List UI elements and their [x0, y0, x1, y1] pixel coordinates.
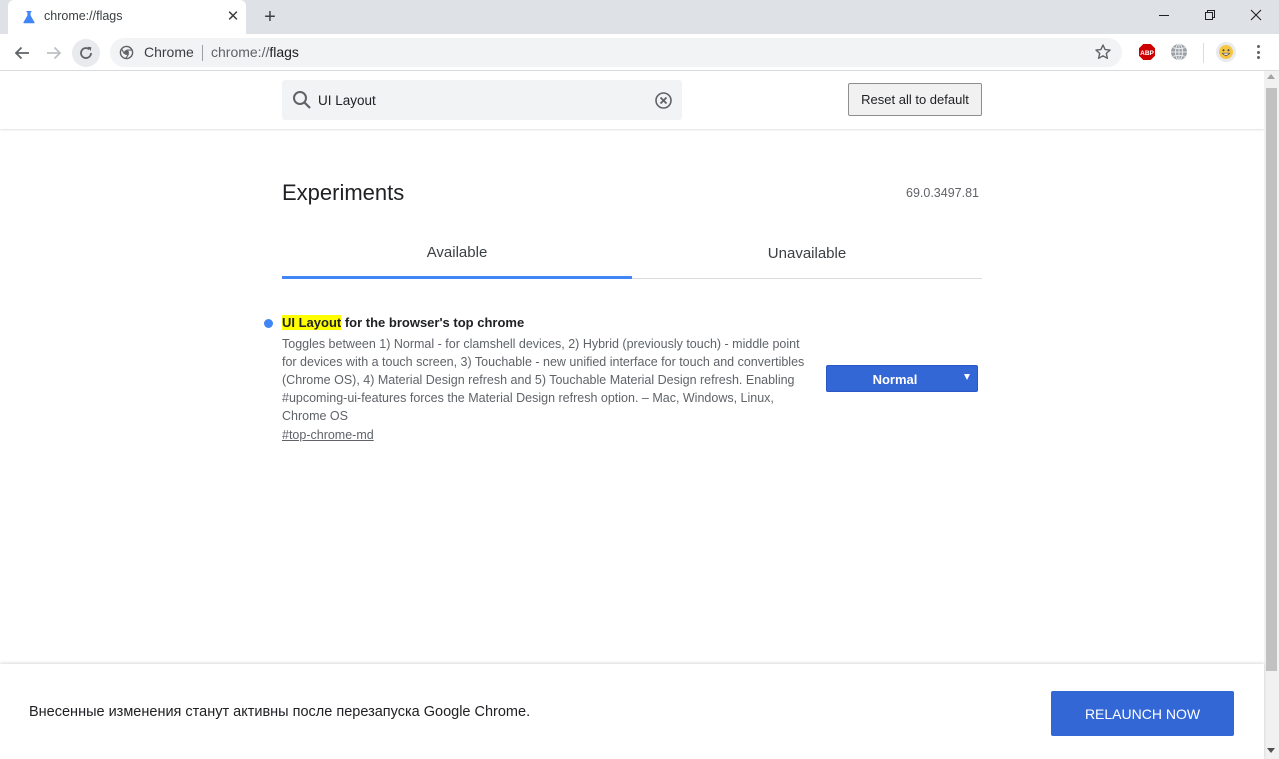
flask-icon — [23, 11, 35, 24]
adblock-icon[interactable]: ABP — [1138, 43, 1156, 61]
page-title: Experiments — [282, 180, 405, 205]
scrollbar-thumb[interactable] — [1266, 88, 1277, 671]
tab-unavailable-label: Unavailable — [767, 245, 847, 262]
flags-header: Reset all to default — [0, 71, 1264, 129]
scroll-down-arrow-icon[interactable] — [1267, 748, 1275, 753]
search-input[interactable] — [318, 91, 638, 109]
omnibox-divider — [202, 45, 203, 61]
url-path: flags — [269, 44, 299, 60]
toolbar-divider — [1203, 43, 1204, 63]
selected-option: Normal — [872, 372, 918, 387]
modified-indicator-dot — [264, 319, 273, 328]
site-chip: Chrome — [144, 44, 194, 60]
profile-avatar-icon[interactable] — [1216, 42, 1236, 62]
address-bar[interactable]: Chrome chrome://flags — [110, 38, 1122, 67]
dropdown-arrow-icon — [964, 374, 970, 380]
svg-text:ABP: ABP — [1140, 50, 1154, 57]
reload-icon[interactable] — [72, 39, 100, 67]
tab-title: chrome://flags — [44, 9, 123, 23]
url-text: chrome://flags — [211, 44, 299, 60]
relaunch-button[interactable]: RELAUNCH NOW — [1051, 691, 1234, 736]
tab-unavailable[interactable]: Unavailable — [632, 236, 982, 279]
tab-available-label: Available — [426, 244, 488, 261]
search-icon — [293, 91, 311, 109]
close-tab-icon[interactable]: ✕ — [224, 7, 242, 25]
menu-icon[interactable] — [1250, 43, 1266, 61]
version-label: 69.0.3497.81 — [906, 186, 979, 200]
new-tab-icon[interactable]: + — [259, 6, 281, 28]
search-box[interactable] — [282, 80, 682, 120]
clear-search-icon[interactable] — [655, 92, 672, 109]
tab-available[interactable]: Available — [282, 236, 632, 279]
minimize-icon[interactable] — [1141, 0, 1187, 30]
browser-toolbar: Chrome chrome://flags ABP — [0, 34, 1279, 71]
search-highlight: UI Layout — [282, 315, 342, 330]
browser-tab[interactable]: chrome://flags ✕ — [8, 0, 246, 34]
experiment-permalink[interactable]: #top-chrome-md — [282, 428, 374, 442]
active-tab-indicator — [282, 276, 632, 279]
bookmark-star-icon[interactable] — [1094, 43, 1112, 61]
chrome-icon — [119, 45, 134, 60]
experiment-select[interactable]: Normal — [826, 365, 978, 392]
tab-strip: chrome://flags ✕ + — [0, 0, 1279, 34]
reset-all-button[interactable]: Reset all to default — [848, 83, 982, 116]
experiment-title-rest: for the browser's top chrome — [341, 315, 525, 330]
relaunch-footer: Внесенные изменения станут активны после… — [0, 664, 1264, 759]
relaunch-message: Внесенные изменения станут активны после… — [29, 704, 531, 720]
restore-icon[interactable] — [1187, 0, 1233, 30]
url-scheme: chrome:// — [211, 44, 270, 60]
tabs-row: Available Unavailable — [282, 236, 982, 279]
globe-icon[interactable] — [1170, 43, 1188, 61]
scroll-up-arrow-icon[interactable] — [1267, 74, 1275, 79]
experiment-description: Toggles between 1) Normal - for clamshel… — [282, 337, 805, 423]
forward-icon[interactable] — [40, 39, 68, 67]
experiment-title: UI Layout for the browser's top chrome — [282, 315, 524, 330]
back-icon[interactable] — [8, 39, 36, 67]
close-window-icon[interactable] — [1233, 0, 1279, 30]
